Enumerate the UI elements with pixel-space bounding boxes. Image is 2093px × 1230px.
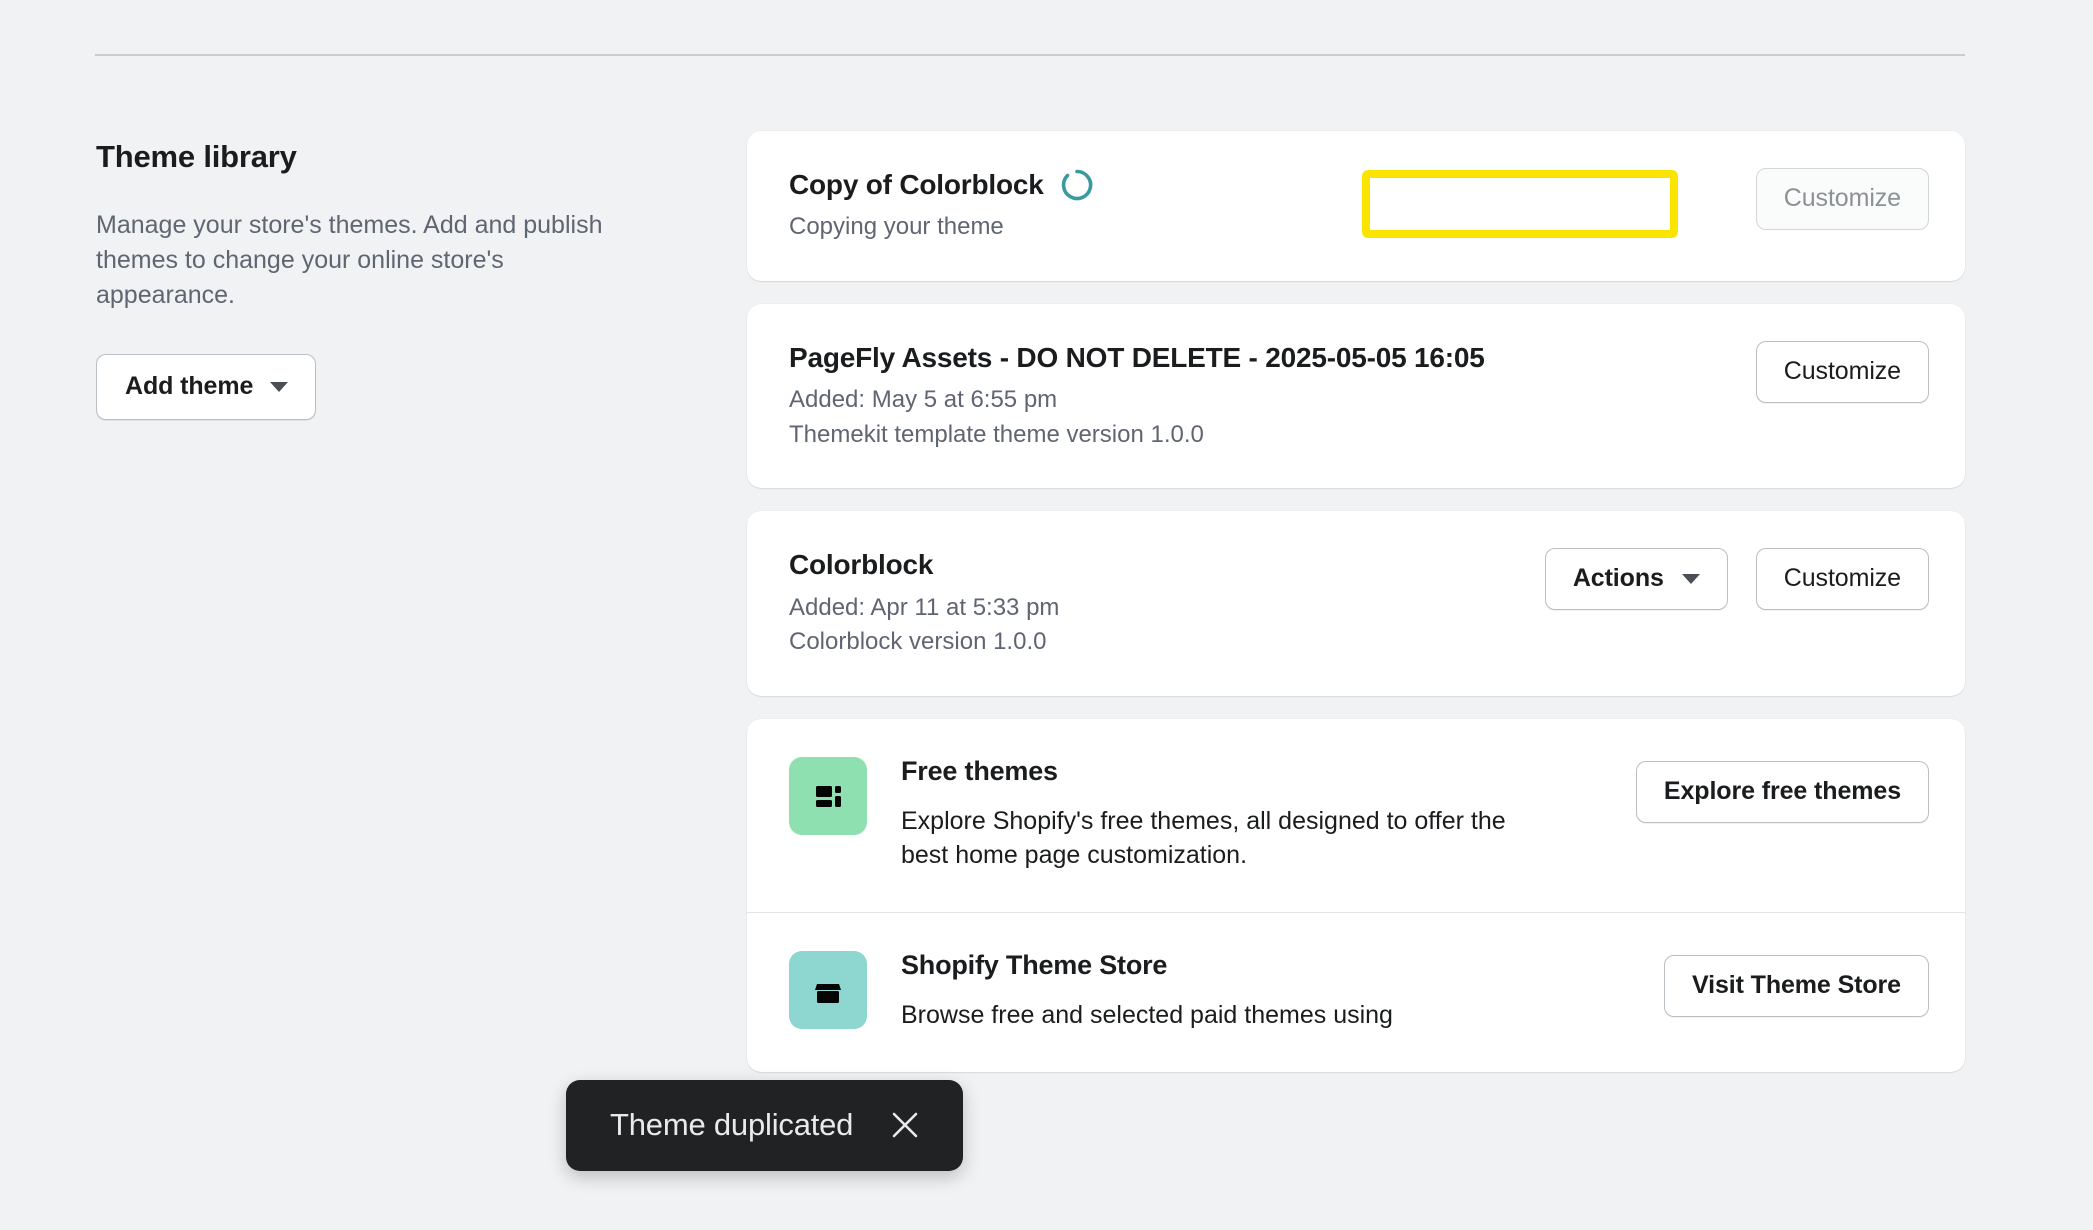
visit-theme-store-button[interactable]: Visit Theme Store (1663, 955, 1929, 1018)
theme-store-title: Shopify Theme Store (901, 950, 1168, 981)
free-themes-row: Free themes Explore Shopify's free theme… (747, 719, 1965, 912)
theme-added-date: Added: Apr 11 at 5:33 pm (789, 593, 1060, 621)
toast-message: Theme duplicated (610, 1107, 854, 1142)
theme-info: Copy of Colorblock Copying your theme (789, 166, 1756, 244)
free-themes-title: Free themes (901, 755, 1058, 786)
close-icon[interactable] (889, 1109, 921, 1141)
free-themes-text: Free themes Explore Shopify's free theme… (867, 755, 1636, 872)
theme-status: Copying your theme (789, 213, 1004, 241)
explore-free-themes-button[interactable]: Explore free themes (1635, 760, 1929, 823)
actions-button[interactable]: Actions (1544, 548, 1728, 611)
theme-card: Copy of Colorblock Copying your theme Cu… (747, 131, 1965, 281)
free-themes-description: Explore Shopify's free themes, all desig… (901, 806, 1506, 869)
customize-button[interactable]: Customize (1755, 340, 1929, 403)
page-title: Theme library (96, 139, 297, 174)
page-divider (95, 54, 1965, 56)
theme-added-date: Added: May 5 at 6:55 pm (789, 386, 1058, 414)
theme-name: Copy of Colorblock (789, 169, 1044, 200)
toast-notification: Theme duplicated (566, 1080, 964, 1171)
customize-button[interactable]: Customize (1755, 548, 1929, 611)
add-theme-button[interactable]: Add theme (96, 354, 317, 421)
chevron-down-icon (1681, 573, 1700, 584)
theme-discovery-card: Free themes Explore Shopify's free theme… (747, 718, 1965, 1073)
theme-name: PageFly Assets - DO NOT DELETE - 2025-05… (789, 341, 1485, 373)
actions-label: Actions (1572, 564, 1664, 593)
theme-store-action: Visit Theme Store (1663, 949, 1929, 1018)
free-themes-action: Explore free themes (1635, 755, 1929, 823)
theme-info: PageFly Assets - DO NOT DELETE - 2025-05… (789, 339, 1756, 451)
theme-store-description: Browse free and selected paid themes usi… (901, 1000, 1393, 1029)
loading-spinner-icon (1060, 168, 1094, 202)
add-theme-label: Add theme (125, 372, 254, 401)
theme-store-row: Shopify Theme Store Browse free and sele… (747, 912, 1965, 1072)
theme-name-row: Copy of Colorblock (789, 166, 1730, 203)
theme-info: Colorblock Added: Apr 11 at 5:33 pm Colo… (789, 546, 1545, 658)
theme-actions: Customize (1755, 339, 1929, 403)
store-icon (789, 951, 867, 1030)
page-description: Manage your store's themes. Add and publ… (96, 211, 603, 310)
theme-actions: Actions Customize (1544, 546, 1929, 611)
theme-name: Colorblock (789, 549, 934, 581)
chevron-down-icon (270, 381, 289, 392)
theme-cards-column: Copy of Colorblock Copying your theme Cu… (747, 131, 1965, 1073)
theme-library-page: Theme library Manage your store's themes… (0, 0, 2093, 1230)
theme-version: Colorblock version 1.0.0 (789, 628, 1047, 656)
theme-version: Themekit template theme version 1.0.0 (789, 420, 1204, 448)
theme-store-text: Shopify Theme Store Browse free and sele… (867, 949, 1664, 1032)
theme-actions: Customize (1755, 166, 1929, 230)
theme-card: Colorblock Added: Apr 11 at 5:33 pm Colo… (747, 511, 1965, 696)
theme-library-intro: Theme library Manage your store's themes… (96, 138, 606, 421)
theme-card: PageFly Assets - DO NOT DELETE - 2025-05… (747, 303, 1965, 489)
customize-button: Customize (1755, 168, 1929, 230)
layout-grid-icon (789, 756, 867, 835)
